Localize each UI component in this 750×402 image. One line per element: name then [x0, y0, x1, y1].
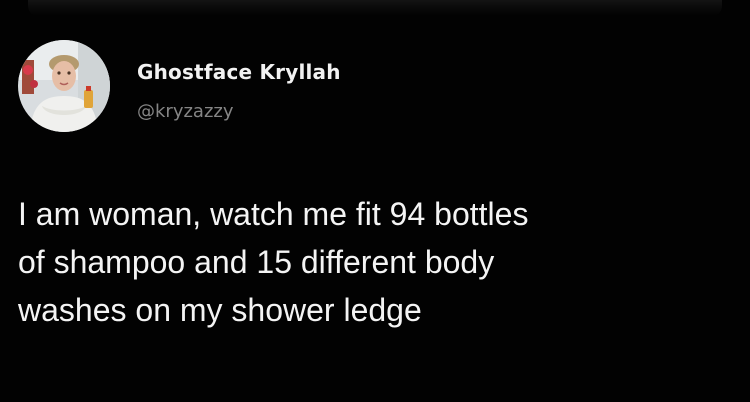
- author-handle[interactable]: @kryzazzy: [137, 101, 234, 122]
- profile-photo-icon: [18, 40, 110, 132]
- top-edge-shade: [28, 0, 722, 16]
- tweet-card: Ghostface Kryllah @kryzazzy I am woman, …: [0, 0, 750, 402]
- avatar[interactable]: [18, 40, 110, 132]
- tweet-text: I am woman, watch me fit 94 bottles of s…: [18, 196, 529, 328]
- author-display-name[interactable]: Ghostface Kryllah: [137, 60, 341, 84]
